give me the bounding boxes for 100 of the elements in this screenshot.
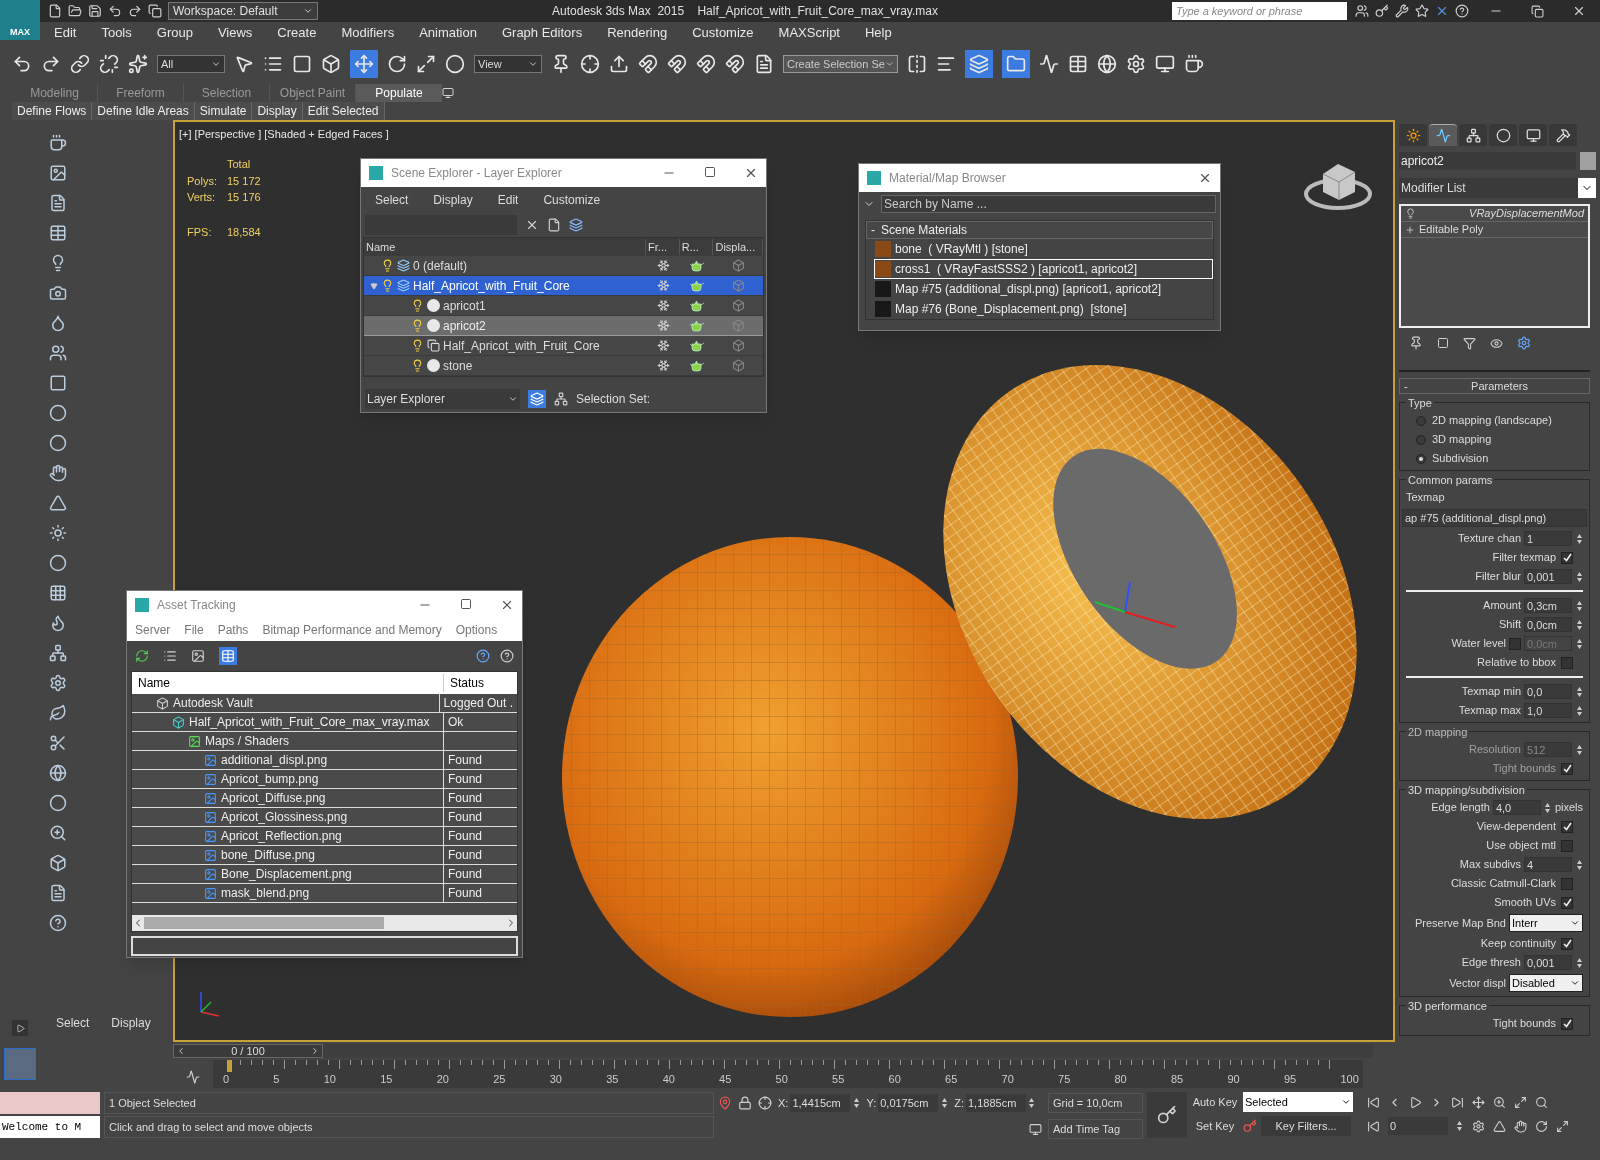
layer-row[interactable]: Half_Apricot_with_Fruit_Core <box>364 336 763 356</box>
layer-name: stone <box>443 357 473 375</box>
app-logo[interactable]: MAX <box>0 0 40 40</box>
asset-status: Found <box>447 828 484 845</box>
frame-number: 35 <box>606 1071 619 1087</box>
menu-item[interactable]: Customize <box>692 23 754 43</box>
checkbox-label: Tight bounds <box>1492 761 1556 777</box>
coordinate-field[interactable]: 1,1885cm <box>966 1094 1026 1112</box>
number-field[interactable]: 0,001 <box>1524 569 1572 584</box>
maxscript-output-field[interactable]: Welcome to M <box>0 1116 100 1138</box>
stack-item[interactable]: Editable Poly <box>1401 222 1588 238</box>
dropdown[interactable]: Disabled <box>1509 974 1583 992</box>
object-name-field[interactable]: apricot2 <box>1399 152 1576 170</box>
asset-name: mask_blend.png <box>221 885 310 902</box>
ribbon-button[interactable]: Define Flows <box>12 102 93 120</box>
menu-item[interactable]: Edit <box>497 191 519 209</box>
set-key-button[interactable]: Set Key <box>1191 1116 1239 1136</box>
named-selection-field[interactable]: Create Selection Se <box>783 55 898 73</box>
field-label: Water level <box>1451 636 1506 652</box>
menu-item[interactable]: Group <box>156 23 193 43</box>
menu-item[interactable]: Create <box>277 23 317 43</box>
key-filters-button[interactable]: Key Filters... <box>1261 1116 1351 1136</box>
menu-item[interactable]: Display <box>433 191 473 209</box>
time-slider-thumb[interactable]: 0 / 100 <box>173 1044 323 1058</box>
menu-item[interactable]: Edit <box>54 23 77 43</box>
field-label: Texture chan <box>1458 531 1521 547</box>
modifier-list-dropdown[interactable]: Modifier List <box>1399 178 1596 198</box>
number-field[interactable]: 0,3cm <box>1524 598 1572 613</box>
layer-row[interactable]: Half_Apricot_with_Fruit_Core <box>364 276 763 296</box>
layer-row[interactable]: 0 (default) <box>364 256 763 276</box>
menu-item[interactable]: Select <box>375 191 409 209</box>
column-header[interactable]: Fr... <box>646 238 680 256</box>
auto-key-button[interactable]: Auto Key <box>1191 1092 1239 1112</box>
number-field[interactable]: 0,0 <box>1524 684 1572 699</box>
selection-set-label: Selection Set: <box>576 391 651 408</box>
add-time-tag-button[interactable]: Add Time Tag <box>1048 1119 1143 1139</box>
menu-item[interactable]: Graph Editors <box>501 23 583 43</box>
menu-item[interactable]: File <box>184 621 204 639</box>
field-label: Preserve Map Bnd <box>1414 915 1506 931</box>
timeline-ruler[interactable]: 0 5 10 15 20 25 30 35 40 45 50 55 60 65 70 75 80 85 90 95 100 <box>213 1060 1363 1088</box>
reference-coordinate-dropdown[interactable]: View <box>474 55 542 73</box>
number-field[interactable]: 0,001 <box>1524 955 1572 970</box>
number-field[interactable]: 0,0cm <box>1524 617 1572 632</box>
menu-item[interactable]: Server <box>135 621 171 639</box>
asset-name: Bone_Displacement.png <box>221 866 352 883</box>
material-group-header[interactable]: Scene Materials <box>881 221 968 239</box>
menu-item[interactable]: Tools <box>101 23 132 43</box>
checkbox-label: Tight bounds <box>1492 1016 1556 1032</box>
asset-status: Found <box>447 866 484 883</box>
field-label: Shift <box>1499 617 1521 633</box>
column-header[interactable]: Name <box>132 674 444 692</box>
column-header[interactable]: Status <box>444 674 491 692</box>
explorer-mode-dropdown[interactable]: Layer Explorer <box>365 389 520 409</box>
column-header[interactable]: Displa... <box>713 238 763 256</box>
search-field[interactable]: Search by Name ... <box>881 195 1216 213</box>
frame-number: 0 <box>223 1071 230 1087</box>
stat-value: Total <box>226 157 252 172</box>
coordinate-field[interactable]: 1,4415cm <box>790 1094 851 1112</box>
column-header[interactable]: Name <box>364 238 647 256</box>
frame-number: 55 <box>832 1071 845 1087</box>
ribbon-button[interactable]: Simulate <box>194 102 253 120</box>
panel-tab[interactable]: Display <box>111 1014 151 1032</box>
coordinate-field[interactable]: 0,0175cm <box>878 1094 939 1112</box>
texmap-button[interactable]: ap #75 (additional_displ.png) <box>1402 508 1587 528</box>
workspace-dropdown[interactable]: Workspace: Default <box>168 2 318 20</box>
ribbon-tab[interactable]: Populate <box>356 84 442 102</box>
current-frame-field[interactable]: 0 <box>1388 1117 1448 1135</box>
panel-tab[interactable]: Select <box>56 1014 90 1032</box>
menu-item[interactable]: Rendering <box>607 23 668 43</box>
asset-name: Half_Apricot_with_Fruit_Core_max_vray.max <box>189 714 430 731</box>
layer-row[interactable]: stone <box>364 356 763 376</box>
ribbon-button[interactable]: Edit Selected <box>302 102 385 120</box>
stack-item[interactable]: VRayDisplacementMod <box>1401 206 1588 222</box>
layer-row[interactable]: apricot2 <box>364 316 763 336</box>
number-field[interactable]: 1,0 <box>1524 703 1572 718</box>
key-mode-dropdown[interactable]: Selected <box>1243 1092 1353 1112</box>
number-field[interactable]: 1 <box>1524 531 1572 546</box>
column-header[interactable]: R... <box>679 238 714 256</box>
number-field[interactable]: 4,0 <box>1492 800 1541 815</box>
rollout-header[interactable]: - Parameters <box>1399 378 1590 394</box>
menu-item[interactable]: MAXScript <box>778 23 840 43</box>
ribbon-button[interactable]: Define Idle Areas <box>92 102 195 120</box>
menu-item[interactable]: Help <box>865 23 892 43</box>
menu-item[interactable]: Paths <box>217 621 249 639</box>
selection-filter-dropdown[interactable]: All <box>157 55 225 73</box>
layer-row[interactable]: apricot1 <box>364 296 763 316</box>
menu-item[interactable]: Options <box>455 621 498 639</box>
search-field[interactable]: Type a keyword or phrase <box>1172 2 1347 20</box>
menu-item[interactable]: Views <box>217 23 253 43</box>
material-item[interactable]: cross1 ( VRayFastSSS2 ) [apricot1, apricot2] <box>874 259 1213 279</box>
time-slider-track[interactable]: 0 / 100 <box>173 1044 1373 1058</box>
viewport-label[interactable]: [+] [Perspective ] [Shaded + Edged Faces ] <box>179 126 389 143</box>
menu-item[interactable]: Bitmap Performance and Memory <box>262 621 442 639</box>
number-field[interactable]: 4 <box>1524 857 1572 872</box>
menu-item[interactable]: Customize <box>543 191 601 209</box>
field-label: Texmap max <box>1458 703 1521 719</box>
ribbon-button[interactable]: Display <box>252 102 303 120</box>
menu-item[interactable]: Modifiers <box>341 23 395 43</box>
menu-item[interactable]: Animation <box>419 23 477 43</box>
dropdown[interactable]: Interr <box>1509 914 1583 932</box>
